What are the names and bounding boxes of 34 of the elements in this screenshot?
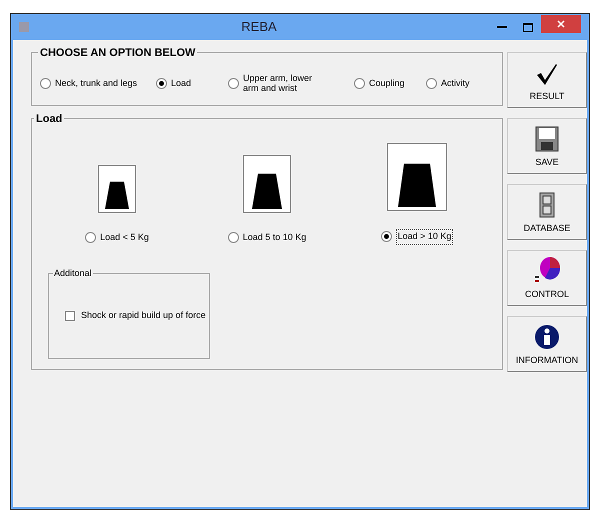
toolbar-button[interactable]: CONTROL (507, 250, 587, 306)
option-radio[interactable]: Activity (426, 78, 492, 88)
radio-button[interactable] (40, 78, 51, 88)
information-icon (534, 324, 560, 350)
option-radio[interactable]: Load (156, 78, 222, 88)
maximize-button[interactable] (523, 22, 533, 32)
app-icon (19, 22, 29, 32)
close-button[interactable] (541, 15, 581, 33)
option-radio[interactable]: Neck, trunk and legs (40, 78, 150, 88)
toolbar-button[interactable]: INFORMATION (507, 316, 587, 372)
checkmark-icon (535, 62, 559, 86)
file-cabinet-icon (539, 192, 555, 218)
radio-button[interactable] (228, 232, 239, 244)
radio-button[interactable] (228, 78, 239, 88)
load-radio[interactable]: Load < 5 Kg (85, 231, 149, 244)
load-radio[interactable]: Load 5 to 10 Kg (228, 231, 306, 244)
weight-icon (98, 165, 136, 213)
radio-button[interactable] (156, 78, 167, 88)
weight-icon (243, 155, 291, 213)
window-title: REBA (240, 18, 278, 36)
pie-chart-icon (533, 256, 561, 284)
option-radio[interactable]: Coupling (354, 78, 420, 88)
radio-button[interactable] (354, 78, 365, 88)
radio-button[interactable] (85, 232, 96, 244)
radio-button[interactable] (426, 78, 437, 88)
radio-button[interactable] (380, 231, 392, 242)
checkbox[interactable] (65, 310, 75, 320)
close-icon (557, 20, 565, 28)
toolbar-button[interactable]: RESULT (507, 52, 587, 108)
weight-icon (387, 143, 447, 211)
shock-checkbox[interactable]: Shock or rapid build up of force (65, 308, 206, 322)
toolbar-button[interactable]: DATABASE (507, 184, 587, 240)
option-radio[interactable]: Upper arm, lower arm and wrist (228, 73, 348, 93)
toolbar-button[interactable]: SAVE (507, 118, 587, 174)
